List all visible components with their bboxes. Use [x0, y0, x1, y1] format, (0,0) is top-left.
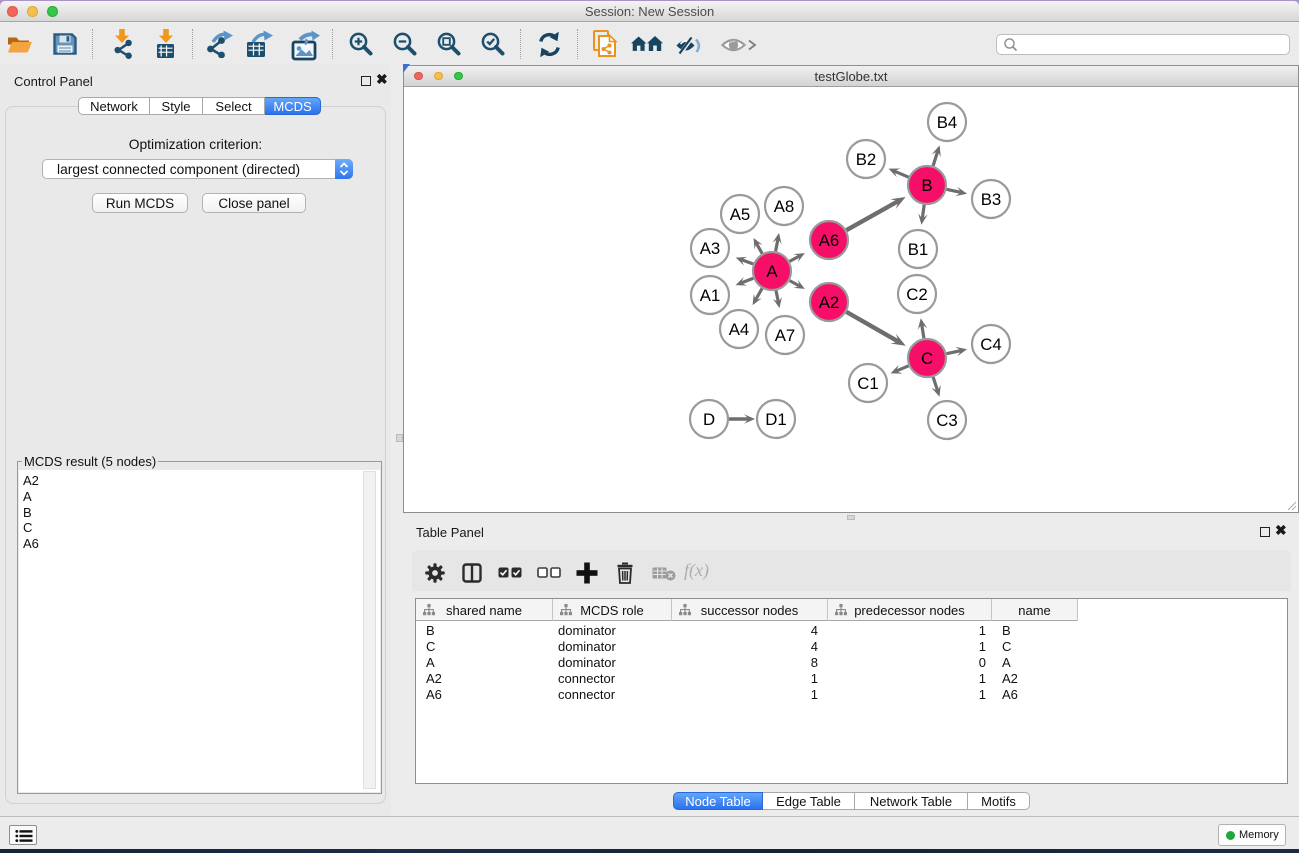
svg-text:A8: A8	[774, 197, 795, 216]
svg-text:A7: A7	[775, 326, 796, 345]
svg-text:B2: B2	[856, 150, 877, 169]
svg-text:B3: B3	[981, 190, 1002, 209]
svg-text:A1: A1	[700, 286, 721, 305]
svg-text:A5: A5	[730, 205, 751, 224]
svg-text:D1: D1	[765, 410, 786, 429]
svg-text:B: B	[921, 176, 932, 195]
svg-text:A6: A6	[819, 231, 840, 250]
svg-text:A2: A2	[819, 293, 840, 312]
svg-text:C4: C4	[980, 335, 1001, 354]
svg-text:C3: C3	[936, 411, 957, 430]
svg-text:D: D	[703, 410, 715, 429]
svg-text:B4: B4	[937, 113, 958, 132]
svg-text:B1: B1	[908, 240, 929, 259]
svg-text:C: C	[921, 349, 933, 368]
svg-text:A3: A3	[700, 239, 721, 258]
svg-text:A: A	[766, 262, 778, 281]
svg-text:A4: A4	[729, 320, 750, 339]
svg-text:C1: C1	[857, 374, 878, 393]
svg-text:C2: C2	[906, 285, 927, 304]
